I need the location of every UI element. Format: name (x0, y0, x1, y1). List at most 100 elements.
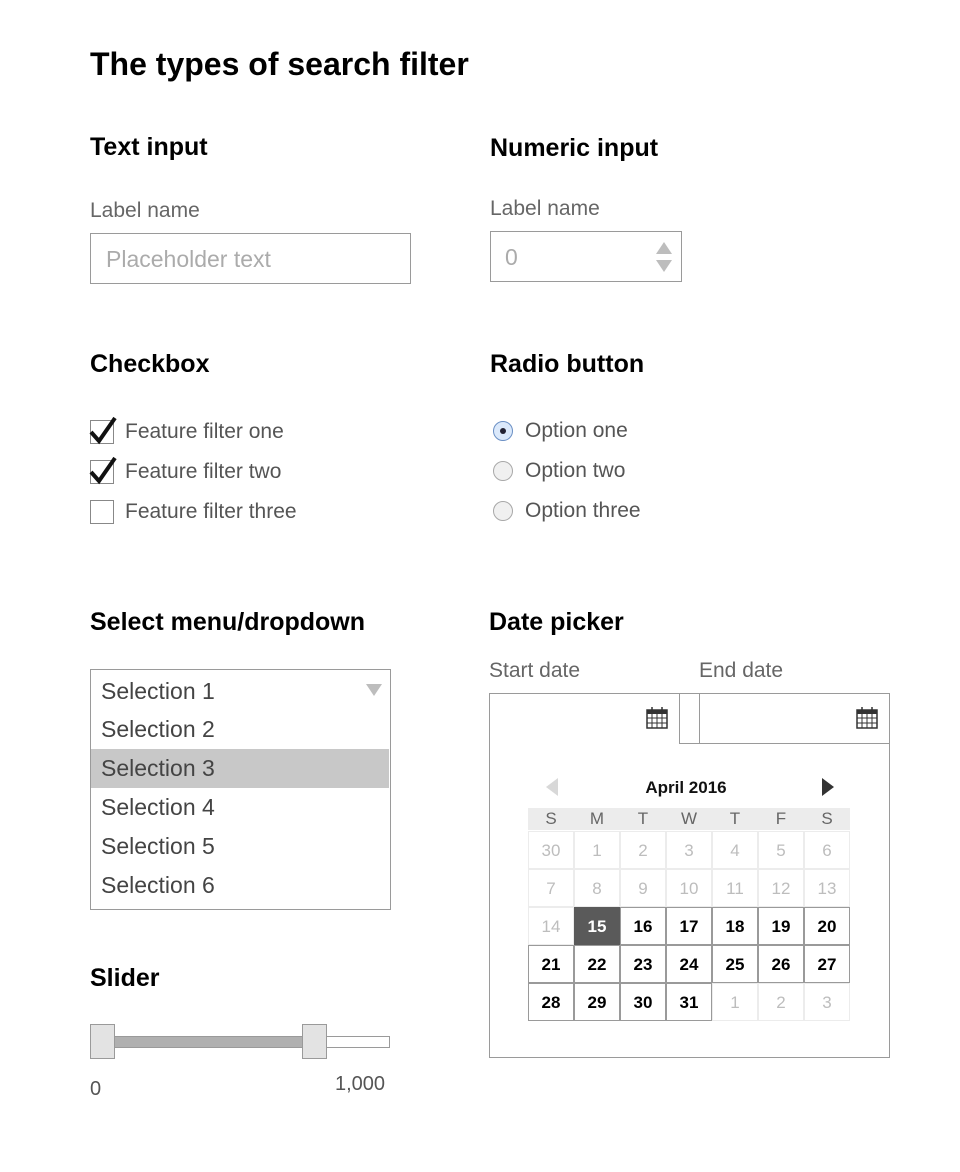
calendar-day[interactable]: 14 (528, 907, 574, 945)
calendar-day[interactable]: 29 (574, 983, 620, 1021)
calendar-month-label: April 2016 (645, 778, 727, 797)
stepper-up-icon[interactable] (655, 241, 673, 255)
slider-range-fill (115, 1036, 302, 1048)
slider-min-handle[interactable] (90, 1024, 115, 1059)
calendar-day[interactable]: 22 (574, 945, 620, 983)
checkbox-box[interactable] (89, 416, 117, 445)
calendar-day[interactable]: 26 (758, 945, 804, 983)
checkmark-icon (89, 416, 117, 445)
calendar-day[interactable]: 11 (712, 869, 758, 907)
slider-heading: Slider (90, 964, 160, 992)
calendar-day[interactable]: 17 (666, 907, 712, 945)
checkbox-item[interactable]: Feature filter one (89, 416, 350, 446)
radio-button[interactable] (493, 501, 513, 521)
checkbox-box[interactable] (89, 456, 117, 485)
slider-max-label: 1,000 (335, 1073, 386, 1095)
numeric-input-value: 0 (505, 244, 518, 270)
dropdown-selected-value: Selection 1 (101, 678, 215, 704)
checkbox-label: Feature filter two (125, 460, 282, 483)
calendar-day[interactable]: 2 (758, 983, 804, 1021)
radio-heading: Radio button (490, 350, 645, 378)
text-input-placeholder: Placeholder text (106, 246, 271, 272)
calendar-day[interactable]: 13 (804, 869, 850, 907)
start-date-input[interactable] (489, 693, 680, 744)
dropdown-option[interactable]: Selection 3 (91, 749, 389, 788)
dropdown-option[interactable]: Selection 4 (91, 788, 389, 827)
weekday-label: T (637, 809, 649, 828)
calendar-day[interactable]: 6 (804, 831, 850, 869)
calendar-icon[interactable] (646, 707, 668, 729)
checkbox-box[interactable] (90, 500, 114, 524)
slider-min-label: 0 (90, 1078, 102, 1100)
text-input-label: Label name (90, 199, 200, 222)
radio-item[interactable]: Option three (493, 499, 713, 526)
checkmark-icon (89, 456, 117, 485)
weekday-label: F (775, 809, 787, 828)
calendar-day[interactable]: 3 (666, 831, 712, 869)
checkbox-label: Feature filter three (125, 500, 297, 523)
checkbox-item[interactable]: Feature filter three (90, 500, 350, 526)
weekday-label: M (589, 809, 605, 828)
calendar-day[interactable]: 5 (758, 831, 804, 869)
radio-button[interactable] (493, 421, 513, 441)
calendar-day[interactable]: 25 (712, 945, 758, 983)
weekday-label: T (729, 809, 741, 828)
calendar-day[interactable]: 1 (712, 983, 758, 1021)
next-month-icon[interactable] (821, 777, 835, 797)
radio-item[interactable]: Option one (493, 419, 713, 446)
dropdown-option[interactable]: Selection 5 (91, 827, 389, 866)
page-title: The types of search filter (90, 46, 469, 82)
dropdown-option[interactable]: Selection 6 (91, 866, 389, 905)
calendar-day[interactable]: 24 (666, 945, 712, 983)
calendar-day[interactable]: 8 (574, 869, 620, 907)
start-date-connector (490, 743, 679, 745)
calendar-day[interactable]: 10 (666, 869, 712, 907)
calendar-day[interactable]: 15 (574, 907, 620, 945)
calendar-day[interactable]: 7 (528, 869, 574, 907)
weekday-label: W (680, 809, 698, 828)
stepper-down-icon[interactable] (655, 259, 673, 273)
weekday-label: S (821, 809, 833, 828)
calendar-day[interactable]: 12 (758, 869, 804, 907)
prev-month-icon[interactable] (545, 777, 559, 797)
weekday-header: SMTWTFS (528, 808, 850, 830)
checkbox-heading: Checkbox (90, 350, 210, 378)
radio-label: Option three (525, 499, 641, 522)
calendar-day[interactable]: 18 (712, 907, 758, 945)
numeric-input-field[interactable]: 0 (490, 231, 682, 282)
calendar-day[interactable]: 2 (620, 831, 666, 869)
text-input-heading: Text input (90, 133, 208, 161)
weekday-label: S (545, 809, 557, 828)
checkbox-item[interactable]: Feature filter two (89, 456, 350, 486)
numeric-input-label: Label name (490, 197, 600, 220)
dropdown-option[interactable]: Selection 2 (91, 710, 389, 749)
radio-button[interactable] (493, 461, 513, 481)
range-slider[interactable] (90, 1024, 391, 1060)
calendar-day[interactable]: 23 (620, 945, 666, 983)
calendar-icon[interactable] (856, 707, 878, 729)
radio-item[interactable]: Option two (493, 459, 713, 486)
calendar-day[interactable]: 4 (712, 831, 758, 869)
chevron-down-icon (366, 684, 382, 696)
calendar-day[interactable]: 21 (528, 945, 574, 983)
calendar-day[interactable]: 30 (528, 831, 574, 869)
slider-max-handle[interactable] (301, 1024, 327, 1059)
calendar-day[interactable]: 31 (666, 983, 712, 1021)
calendar-day[interactable]: 9 (620, 869, 666, 907)
start-date-label: Start date (489, 659, 581, 682)
end-date-input[interactable] (699, 693, 890, 744)
numeric-input-heading: Numeric input (490, 134, 659, 162)
date-picker-heading: Date picker (489, 608, 624, 636)
calendar-day[interactable]: 20 (804, 907, 850, 945)
calendar-day[interactable]: 27 (804, 945, 850, 983)
calendar-day[interactable]: 30 (620, 983, 666, 1021)
calendar-day[interactable]: 16 (620, 907, 666, 945)
end-date-label: End date (699, 659, 784, 682)
checkbox-label: Feature filter one (125, 420, 284, 443)
calendar-day[interactable]: 28 (528, 983, 574, 1021)
dropdown-select[interactable]: Selection 1 (90, 669, 391, 710)
calendar-day[interactable]: 1 (574, 831, 620, 869)
calendar-day[interactable]: 3 (804, 983, 850, 1021)
calendar-day[interactable]: 19 (758, 907, 804, 945)
text-input-field[interactable]: Placeholder text (90, 233, 411, 284)
